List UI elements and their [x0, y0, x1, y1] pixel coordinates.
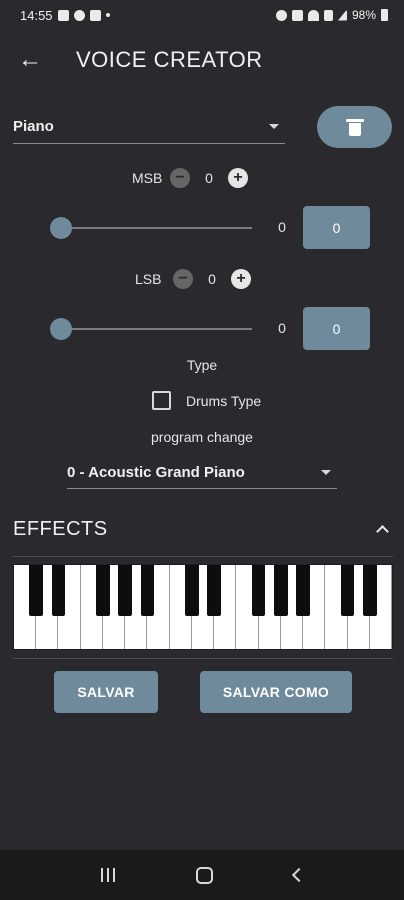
save-as-button[interactable]: SALVAR COMO [200, 671, 352, 713]
dropdown-arrow-icon [269, 124, 279, 129]
program-dropdown-value: 0 - Acoustic Grand Piano [67, 464, 245, 481]
msb-stepper: MSB − 0 + [132, 168, 248, 188]
msb-label: MSB [132, 170, 163, 186]
status-right: 98% [275, 8, 388, 22]
msb-slider-value: 0 [278, 219, 286, 235]
lsb-value-button[interactable]: 0 [303, 307, 370, 350]
teams-icon [89, 9, 101, 21]
trash-icon [345, 118, 364, 136]
save-button[interactable]: SALVAR [54, 671, 158, 713]
black-key[interactable] [51, 565, 66, 616]
whatsapp-icon [73, 9, 85, 21]
lsb-value-button-label: 0 [332, 320, 341, 337]
msb-increment-button[interactable]: + [228, 168, 248, 188]
program-change-label: program change [151, 429, 253, 445]
lsb-slider-thumb[interactable] [50, 318, 72, 340]
effects-header[interactable]: EFFECTS [13, 507, 393, 551]
black-key[interactable] [251, 565, 266, 616]
black-key[interactable] [340, 565, 355, 616]
drums-type-checkbox[interactable] [152, 391, 171, 410]
black-key[interactable] [273, 565, 288, 616]
volte-icon [323, 9, 333, 21]
app-bar: ← VOICE CREATOR [0, 38, 404, 82]
msb-slider-row: 0 0 [0, 206, 404, 250]
voice-dropdown-value: Piano [13, 118, 54, 135]
msb-value-button-label: 0 [332, 219, 341, 236]
msb-value-button[interactable]: 0 [303, 206, 370, 249]
delete-button[interactable] [317, 106, 392, 148]
alarm-icon [275, 9, 287, 21]
lsb-slider-value: 0 [278, 320, 286, 336]
msb-value: 0 [205, 170, 213, 186]
save-as-button-label: SALVAR COMO [222, 684, 330, 700]
black-key[interactable] [207, 565, 221, 616]
voice-dropdown[interactable]: Piano [13, 110, 285, 144]
msb-slider-thumb[interactable] [50, 217, 72, 239]
effects-title: EFFECTS [13, 517, 108, 540]
black-key[interactable] [118, 565, 133, 616]
black-key[interactable] [362, 565, 377, 616]
lsb-slider-track[interactable] [60, 328, 252, 330]
mute-icon [291, 9, 303, 21]
msb-decrement-button[interactable]: − [170, 168, 190, 188]
lsb-decrement-button[interactable]: − [173, 269, 193, 289]
lsb-stepper: LSB − 0 + [135, 269, 251, 289]
divider [13, 658, 393, 659]
arrow-left-icon: ← [18, 46, 42, 73]
system-nav-bar [0, 850, 404, 900]
msb-slider-track[interactable] [60, 227, 252, 229]
lsb-increment-button[interactable]: + [231, 269, 251, 289]
gallery-icon [57, 9, 69, 21]
back-icon[interactable] [291, 867, 306, 883]
battery-icon [381, 9, 388, 21]
black-key[interactable] [140, 565, 155, 616]
lsb-value: 0 [208, 271, 216, 287]
drums-type-label: Drums Type [186, 392, 262, 409]
back-button[interactable]: ← [0, 38, 60, 82]
battery-percent: 98% [351, 8, 376, 22]
black-key[interactable] [296, 565, 310, 616]
drums-type-row[interactable]: Drums Type [152, 391, 261, 410]
divider [13, 556, 393, 557]
type-label: Type [186, 357, 218, 373]
status-left: 14:55 [20, 8, 110, 23]
signal-icon [337, 9, 347, 21]
chevron-up-icon[interactable] [376, 525, 389, 538]
status-time: 14:55 [20, 7, 53, 23]
black-key[interactable] [184, 565, 199, 616]
status-bar: 14:55 98% [0, 0, 404, 30]
lsb-label: LSB [135, 271, 162, 287]
lsb-slider-row: 0 0 [0, 307, 404, 351]
black-key[interactable] [29, 565, 44, 616]
black-key[interactable] [96, 565, 110, 616]
dot-icon [105, 13, 110, 17]
piano-keyboard[interactable] [13, 564, 393, 650]
dropdown-arrow-icon [321, 470, 331, 475]
save-button-label: SALVAR [77, 684, 135, 700]
program-dropdown[interactable]: 0 - Acoustic Grand Piano [67, 457, 337, 489]
page-title: VOICE CREATOR [76, 47, 263, 72]
wifi-icon [307, 9, 319, 21]
recents-icon[interactable] [100, 868, 115, 882]
home-icon[interactable] [195, 866, 213, 884]
